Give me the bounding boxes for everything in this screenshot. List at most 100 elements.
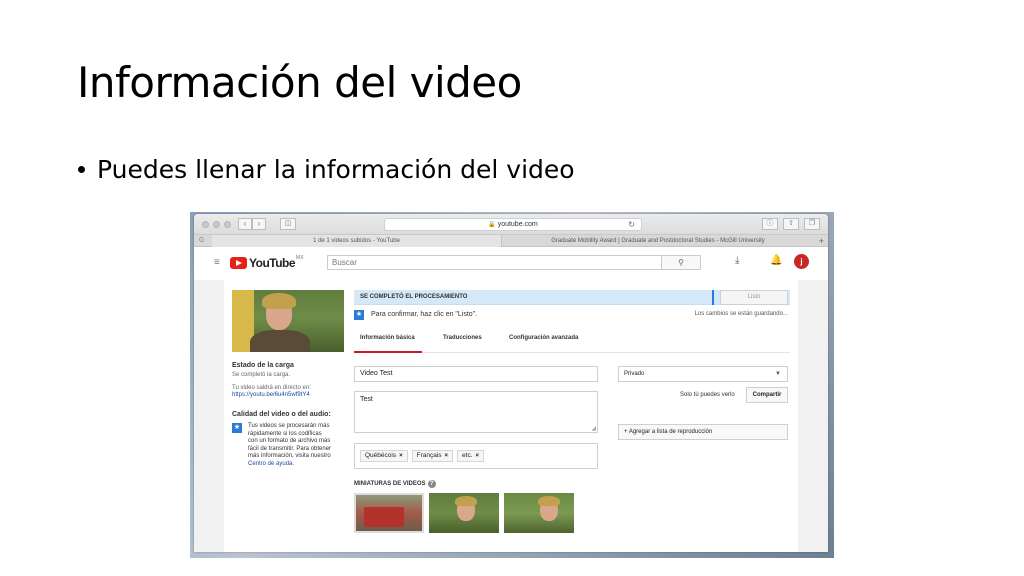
settings-tabs: Información básica Traducciones Configur… — [354, 325, 790, 353]
processing-banner: SE COMPLETÓ EL PROCESAMIENTO Listo — [354, 290, 790, 305]
address-bar[interactable]: 🔒 youtube.com ↻ — [384, 218, 642, 231]
thumbnails-heading: MINIATURAS DE VIDEOS ? — [354, 480, 436, 488]
privacy-value: Privado — [624, 371, 645, 377]
processing-banner-text: SE COMPLETÓ EL PROCESAMIENTO — [360, 294, 468, 300]
remove-tag-icon[interactable]: × — [445, 453, 449, 459]
privacy-select[interactable]: Privado ▼ — [618, 366, 788, 382]
done-button[interactable]: Listo — [720, 290, 788, 305]
nav-buttons: ‹ › — [238, 218, 266, 230]
quality-note: ★ Tus videos se procesarán más rápidamen… — [232, 423, 344, 468]
live-text: Tu video saldrá en directo en: — [232, 385, 311, 391]
description-textarea[interactable]: Test ◢ — [354, 391, 598, 433]
right-column: SE COMPLETÓ EL PROCESAMIENTO Listo ★ Par… — [354, 290, 790, 543]
saving-status: Los cambios se están guardando... — [694, 311, 788, 317]
title-input[interactable]: Video Test — [354, 366, 598, 382]
minimize-window-button[interactable] — [213, 221, 220, 228]
remove-tag-icon[interactable]: × — [476, 453, 480, 459]
youtube-header: ≡ YouTube MX Buscar ⚲ ⤓ 🔔 j — [194, 247, 828, 279]
tag-label: Québécois — [365, 452, 397, 459]
tab-basic-info[interactable]: Información básica — [360, 335, 415, 341]
star-icon: ★ — [232, 423, 242, 433]
google-tab-icon[interactable]: G — [199, 235, 204, 247]
youtube-logo-text: YouTube — [249, 256, 296, 270]
screenshot-frame: ‹ › ◫ 🔒 youtube.com ↻ ⓘ ⇧ ❐ G 1 de 1 vide… — [190, 212, 834, 558]
preview-hair-shape — [262, 293, 296, 309]
preview-shirt-shape — [250, 330, 310, 352]
search-button[interactable]: ⚲ — [661, 255, 701, 270]
bell-icon[interactable]: 🔔 — [770, 255, 782, 266]
slide-bullet: Puedes llenar la información del video — [78, 155, 575, 184]
tab-mcgill[interactable]: Graduate Mobility Award | Graduate and P… — [504, 235, 812, 247]
forward-icon[interactable]: › — [252, 218, 266, 230]
tags-input[interactable]: Québécois × Français × etc. × — [354, 443, 598, 469]
reload-icon[interactable]: ↻ — [628, 219, 635, 230]
zoom-window-button[interactable] — [224, 221, 231, 228]
tab-youtube[interactable]: 1 de 1 videos subidos - YouTube — [212, 235, 502, 247]
toolbar-right-buttons: ⓘ ⇧ ❐ — [762, 218, 820, 230]
quality-body: Tus videos se procesarán más rápidamente… — [248, 423, 332, 459]
tag-chip[interactable]: Québécois × — [360, 450, 408, 462]
window-controls — [202, 221, 231, 228]
tabs-overview-icon[interactable]: ❐ — [804, 218, 820, 230]
tab-advanced-settings[interactable]: Configuración avanzada — [509, 335, 578, 341]
search-icon: ⚲ — [678, 258, 684, 267]
thumbnail-list — [354, 493, 574, 533]
thumb-hair-shape — [538, 496, 560, 506]
tag-chip[interactable]: Français × — [411, 450, 454, 462]
upload-status-heading: Estado de la carga — [232, 362, 294, 369]
avatar[interactable]: j — [794, 254, 809, 269]
confirm-text: Para confirmar, haz clic en "Listo". — [371, 311, 478, 318]
slide-bullet-text: Puedes llenar la información del video — [97, 155, 575, 184]
confirm-row: ★ Para confirmar, haz clic en "Listo". L… — [354, 307, 790, 323]
thumbnail-option[interactable] — [504, 493, 574, 533]
thumbnails-heading-text: MINIATURAS DE VIDEOS — [354, 481, 426, 487]
tab-bar: G 1 de 1 videos subidos - YouTube Gradua… — [194, 235, 828, 247]
tag-label: etc. — [462, 452, 473, 459]
chevron-down-icon: ▼ — [775, 371, 781, 377]
share-icon[interactable]: ⇧ — [783, 218, 799, 230]
page-content: Estado de la carga Se completó la carga.… — [194, 280, 828, 552]
slide-title: Información del video — [77, 58, 522, 107]
resize-handle-icon[interactable]: ◢ — [591, 425, 596, 432]
quality-heading: Calidad del video o del audio: — [232, 411, 331, 418]
share-note: Solo tú puedes verlo — [680, 392, 735, 398]
upload-card: Estado de la carga Se completó la carga.… — [224, 280, 798, 552]
close-window-button[interactable] — [202, 221, 209, 228]
tag-chip[interactable]: etc. × — [457, 450, 485, 462]
help-center-link[interactable]: Centro de ayuda. — [248, 461, 294, 467]
url-text: youtube.com — [497, 221, 538, 228]
info-icon[interactable]: ⓘ — [762, 218, 778, 230]
menu-icon[interactable]: ≡ — [214, 257, 220, 268]
video-preview[interactable] — [232, 290, 344, 352]
description-text: Test — [360, 396, 373, 403]
region-label: MX — [296, 255, 304, 261]
upload-icon[interactable]: ⤓ — [735, 255, 739, 266]
youtube-logo[interactable]: YouTube MX — [230, 255, 304, 270]
video-link[interactable]: https://youtu.be/6u4n5wf9tY4 — [232, 392, 344, 399]
remove-tag-icon[interactable]: × — [399, 453, 403, 459]
new-tab-icon[interactable]: + — [819, 235, 824, 247]
help-icon[interactable]: ? — [427, 480, 436, 488]
share-button[interactable]: Compartir — [746, 387, 788, 403]
thumb-hair-shape — [455, 496, 477, 506]
tag-label: Français — [416, 452, 442, 459]
sidebar-toggle-icon[interactable]: ◫ — [280, 218, 296, 230]
basic-info-form: Video Test Test ◢ Québécois × Français × e… — [354, 353, 790, 543]
browser-toolbar: ‹ › ◫ 🔒 youtube.com ↻ ⓘ ⇧ ❐ — [194, 214, 828, 235]
progress-bar-end — [712, 290, 714, 305]
quality-text: Tus videos se procesarán más rápidamente… — [248, 423, 332, 468]
thumbnail-option[interactable] — [354, 493, 424, 533]
tab-translations[interactable]: Traducciones — [443, 335, 482, 341]
thumb-truck-shape — [364, 507, 404, 527]
lock-icon: 🔒 — [488, 222, 496, 228]
bullet-dot — [78, 166, 85, 173]
youtube-play-icon — [230, 257, 247, 269]
left-column: Estado de la carga Se completó la carga.… — [232, 290, 344, 468]
thumbnail-option[interactable] — [429, 493, 499, 533]
back-icon[interactable]: ‹ — [238, 218, 252, 230]
browser-window: ‹ › ◫ 🔒 youtube.com ↻ ⓘ ⇧ ❐ G 1 de 1 vide… — [194, 214, 828, 552]
upload-status-text: Se completó la carga. — [232, 372, 291, 378]
star-icon: ★ — [354, 310, 364, 320]
add-to-playlist-button[interactable]: + Agregar a lista de reproducción — [618, 424, 788, 440]
search-input[interactable]: Buscar — [327, 255, 662, 270]
